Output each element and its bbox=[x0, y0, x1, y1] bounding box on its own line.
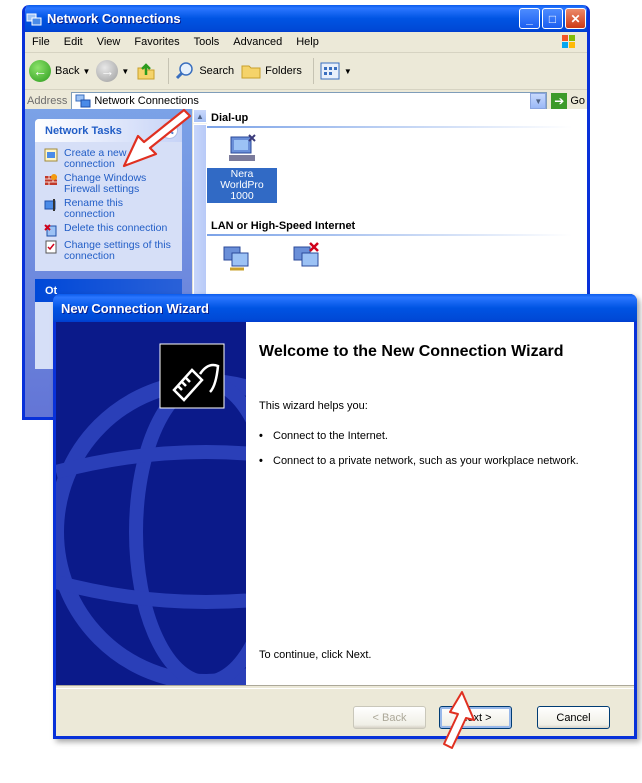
delete-icon bbox=[44, 224, 57, 237]
wizard-divider bbox=[56, 685, 634, 689]
task-delete-connection[interactable]: Delete this connection bbox=[44, 223, 176, 237]
chevron-down-icon[interactable]: ▼ bbox=[530, 93, 547, 109]
task-change-settings[interactable]: Change settings of this connection bbox=[44, 240, 176, 262]
dialup-connection-icon bbox=[229, 134, 256, 161]
views-icon bbox=[320, 62, 340, 80]
up-folder-icon bbox=[137, 63, 155, 80]
wizard-continue-text: To continue, click Next. bbox=[259, 649, 372, 661]
group-lan: LAN or High-Speed Internet bbox=[207, 217, 571, 236]
search-icon bbox=[176, 62, 194, 80]
menu-bar: File Edit View Favorites Tools Advanced … bbox=[25, 32, 587, 53]
chevron-down-icon[interactable]: ▼ bbox=[82, 67, 90, 76]
back-button[interactable]: ← Back ▼ bbox=[29, 60, 90, 82]
wizard-bullet-list: • Connect to the Internet. • Connect to … bbox=[259, 430, 589, 480]
lan-disconnected-icon bbox=[293, 242, 319, 267]
wizard-bullet: • Connect to a private network, such as … bbox=[259, 455, 589, 467]
back-label: Back bbox=[55, 65, 80, 77]
rename-icon bbox=[44, 199, 56, 211]
folder-icon bbox=[241, 65, 261, 79]
cancel-button[interactable]: Cancel bbox=[537, 706, 610, 729]
chevron-down-icon[interactable]: ▼ bbox=[344, 67, 352, 76]
search-button[interactable]: Search bbox=[174, 60, 234, 82]
up-folder-button[interactable] bbox=[135, 60, 157, 82]
menu-tools[interactable]: Tools bbox=[187, 36, 227, 48]
menu-view[interactable]: View bbox=[90, 36, 128, 48]
task-label: Delete this connection bbox=[64, 222, 168, 234]
task-label: Change settings of this connection bbox=[64, 239, 171, 262]
wizard-banner bbox=[56, 322, 246, 685]
lan-connection-1[interactable] bbox=[217, 241, 257, 278]
back-arrow-icon: ← bbox=[29, 60, 51, 82]
properties-icon bbox=[45, 240, 57, 254]
wizard-titlebar[interactable]: New Connection Wizard bbox=[53, 294, 637, 322]
maximize-button[interactable]: □ bbox=[542, 8, 563, 29]
chevron-down-icon[interactable]: ▼ bbox=[121, 67, 129, 76]
standard-toolbar: ← Back ▼ → ▼ Search Folders ▼ bbox=[25, 53, 587, 90]
forward-button[interactable]: → ▼ bbox=[96, 60, 129, 82]
views-button[interactable]: ▼ bbox=[319, 60, 352, 82]
new-connection-icon bbox=[44, 148, 58, 162]
wizard-bullet-text: Connect to a private network, such as yo… bbox=[273, 455, 579, 467]
forward-arrow-icon: → bbox=[96, 60, 119, 82]
go-arrow-icon: ➔ bbox=[551, 93, 568, 109]
wizard-bullet-text: Connect to the Internet. bbox=[273, 430, 388, 442]
network-connections-icon bbox=[75, 94, 91, 108]
minimize-button[interactable]: _ bbox=[519, 8, 540, 29]
new-connection-wizard-dialog: New Connection Wizard Welcome to the New… bbox=[53, 294, 637, 739]
wizard-heading: Welcome to the New Connection Wizard bbox=[259, 343, 564, 360]
menu-favorites[interactable]: Favorites bbox=[127, 36, 186, 48]
close-button[interactable]: ✕ bbox=[565, 8, 586, 29]
bullet-icon: • bbox=[259, 455, 263, 467]
toolbar-separator bbox=[168, 58, 170, 84]
globe-watermark-icon bbox=[56, 322, 246, 685]
annotation-arrow-icon bbox=[122, 108, 192, 168]
connection-nera-worldpro[interactable]: Nera WorldPro 1000 bbox=[207, 133, 277, 203]
explorer-title: Network Connections bbox=[47, 11, 181, 26]
menu-file[interactable]: File bbox=[25, 36, 57, 48]
firewall-icon bbox=[45, 174, 57, 185]
bullet-icon: • bbox=[259, 430, 263, 442]
explorer-titlebar[interactable]: Network Connections _ □ ✕ bbox=[25, 5, 587, 32]
connection-label-line2: 1000 bbox=[230, 190, 254, 202]
menu-help[interactable]: Help bbox=[289, 36, 326, 48]
folders-label: Folders bbox=[265, 65, 302, 77]
search-label: Search bbox=[199, 65, 235, 77]
address-label: Address bbox=[27, 95, 68, 107]
network-connections-icon bbox=[26, 11, 42, 27]
task-label: Change Windows Firewall settings bbox=[64, 172, 147, 195]
scroll-up-icon[interactable]: ▲ bbox=[193, 109, 207, 123]
back-button[interactable]: < Back bbox=[353, 706, 426, 729]
wizard-intro: This wizard helps you: bbox=[259, 400, 368, 412]
address-value: Network Connections bbox=[94, 95, 199, 107]
go-label: Go bbox=[570, 95, 585, 107]
lan-connection-2[interactable] bbox=[287, 241, 327, 278]
lan-connection-icon bbox=[223, 246, 249, 271]
connection-label-line1: Nera WorldPro bbox=[220, 168, 264, 191]
go-button[interactable]: ➔ Go bbox=[551, 93, 585, 109]
network-tasks-title: Network Tasks bbox=[45, 124, 122, 137]
folders-button[interactable]: Folders bbox=[240, 60, 302, 82]
windows-logo-icon bbox=[562, 35, 575, 48]
task-rename-connection[interactable]: Rename this connection bbox=[44, 198, 176, 220]
task-firewall-settings[interactable]: Change Windows Firewall settings bbox=[44, 173, 176, 195]
task-label: Rename this connection bbox=[64, 197, 123, 220]
annotation-arrow-icon bbox=[443, 691, 475, 749]
menu-edit[interactable]: Edit bbox=[57, 36, 90, 48]
wizard-content: Welcome to the New Connection Wizard Thi… bbox=[246, 322, 634, 685]
menu-advanced[interactable]: Advanced bbox=[226, 36, 289, 48]
connection-label: Nera WorldPro 1000 bbox=[207, 168, 277, 203]
wizard-bullet: • Connect to the Internet. bbox=[259, 430, 589, 442]
group-dialup: Dial-up bbox=[207, 109, 571, 128]
toolbar-separator bbox=[312, 58, 314, 84]
